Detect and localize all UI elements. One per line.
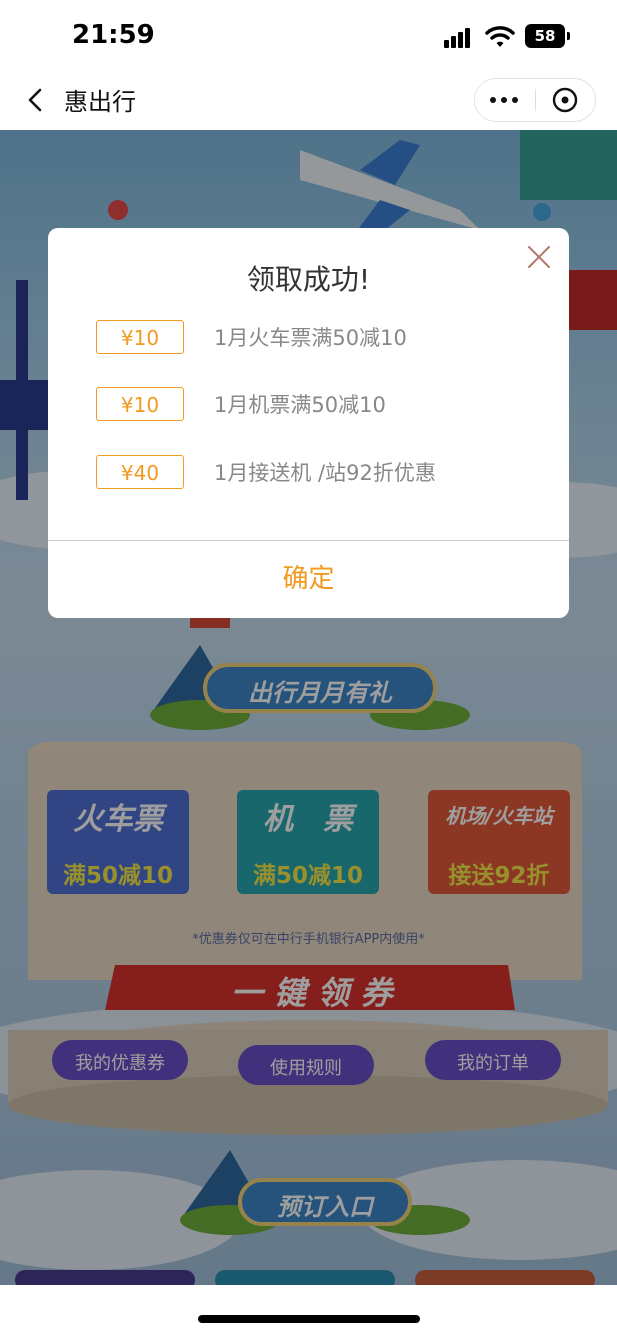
home-indicator-area — [0, 1285, 617, 1334]
dialog-divider — [48, 540, 569, 541]
coupon-amount: ¥10 — [96, 320, 184, 354]
success-dialog: 领取成功! ¥10 1月火车票满50减10 ¥10 1月机票满50减10 ¥40… — [48, 228, 569, 618]
home-indicator[interactable] — [198, 1315, 420, 1323]
status-bar: 21:59 58 — [0, 0, 617, 72]
coupon-amount: ¥10 — [96, 387, 184, 421]
wifi-icon — [485, 26, 515, 47]
cellular-signal-icon — [444, 26, 478, 48]
close-icon[interactable] — [526, 244, 552, 270]
more-icon[interactable] — [487, 79, 521, 121]
coupon-desc: 1月机票满50减10 — [214, 393, 386, 417]
mini-program-capsule — [474, 78, 596, 122]
coupon-desc: 1月火车票满50减10 — [214, 326, 407, 350]
nav-bar: 惠出行 — [0, 72, 617, 130]
battery-icon: 58 — [525, 24, 570, 48]
coupon-desc: 1月接送机 /站92折优惠 — [214, 461, 436, 485]
close-miniprogram-icon[interactable] — [551, 86, 579, 114]
capsule-divider — [535, 89, 536, 111]
confirm-button[interactable]: 确定 — [48, 546, 569, 616]
page-title: 惠出行 — [64, 88, 136, 116]
dialog-title: 领取成功! — [246, 263, 371, 296]
back-icon[interactable] — [22, 86, 50, 114]
status-time: 21:59 — [72, 20, 155, 50]
coupon-amount: ¥40 — [96, 455, 184, 489]
